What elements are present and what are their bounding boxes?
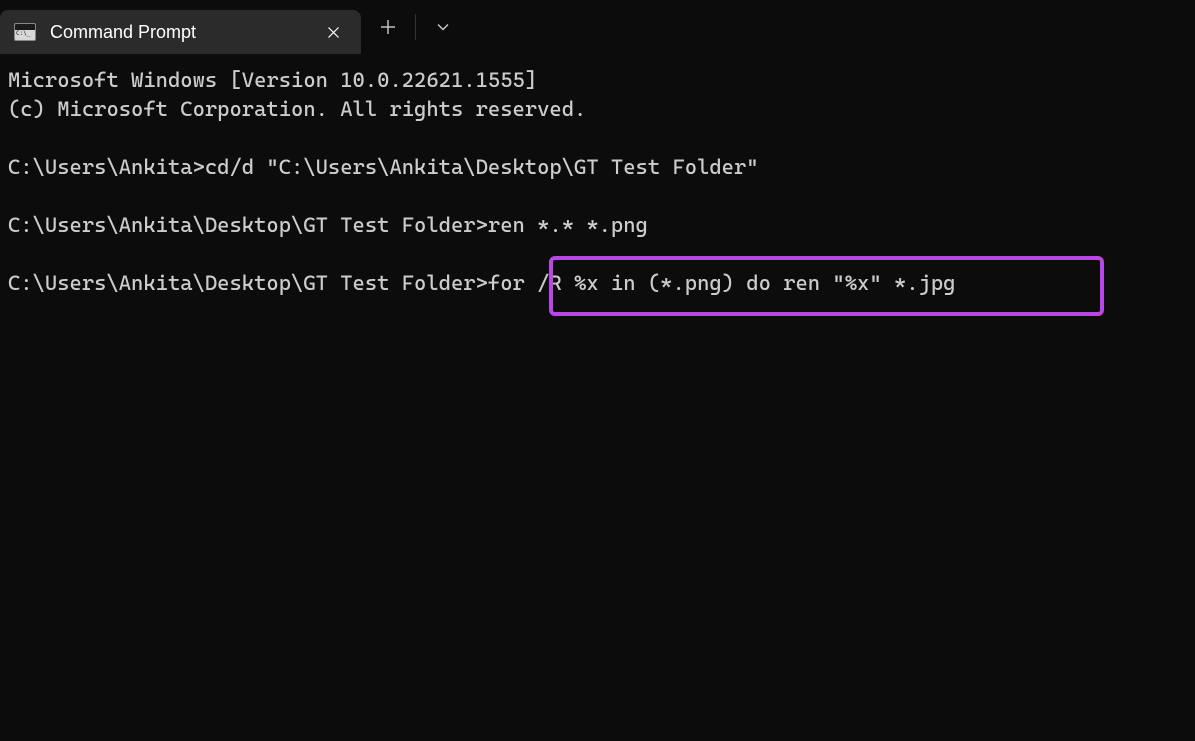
tab-dropdown-button[interactable] xyxy=(416,0,470,54)
terminal-output[interactable]: Microsoft Windows [Version 10.0.22621.15… xyxy=(0,54,1195,310)
titlebar: C:\_ Command Prompt xyxy=(0,0,1195,54)
terminal-line: C:\Users\Ankita\Desktop\GT Test Folder>r… xyxy=(8,213,648,237)
terminal-line: C:\Users\Ankita\Desktop\GT Test Folder>f… xyxy=(8,271,955,295)
close-tab-button[interactable] xyxy=(319,18,347,46)
terminal-line: Microsoft Windows [Version 10.0.22621.15… xyxy=(8,68,537,92)
terminal-icon: C:\_ xyxy=(14,23,36,41)
terminal-line: (c) Microsoft Corporation. All rights re… xyxy=(8,97,586,121)
tab-command-prompt[interactable]: C:\_ Command Prompt xyxy=(0,10,361,54)
terminal-line: C:\Users\Ankita>cd/d "C:\Users\Ankita\De… xyxy=(8,155,759,179)
tab-title: Command Prompt xyxy=(50,22,319,43)
new-tab-button[interactable] xyxy=(361,0,415,54)
